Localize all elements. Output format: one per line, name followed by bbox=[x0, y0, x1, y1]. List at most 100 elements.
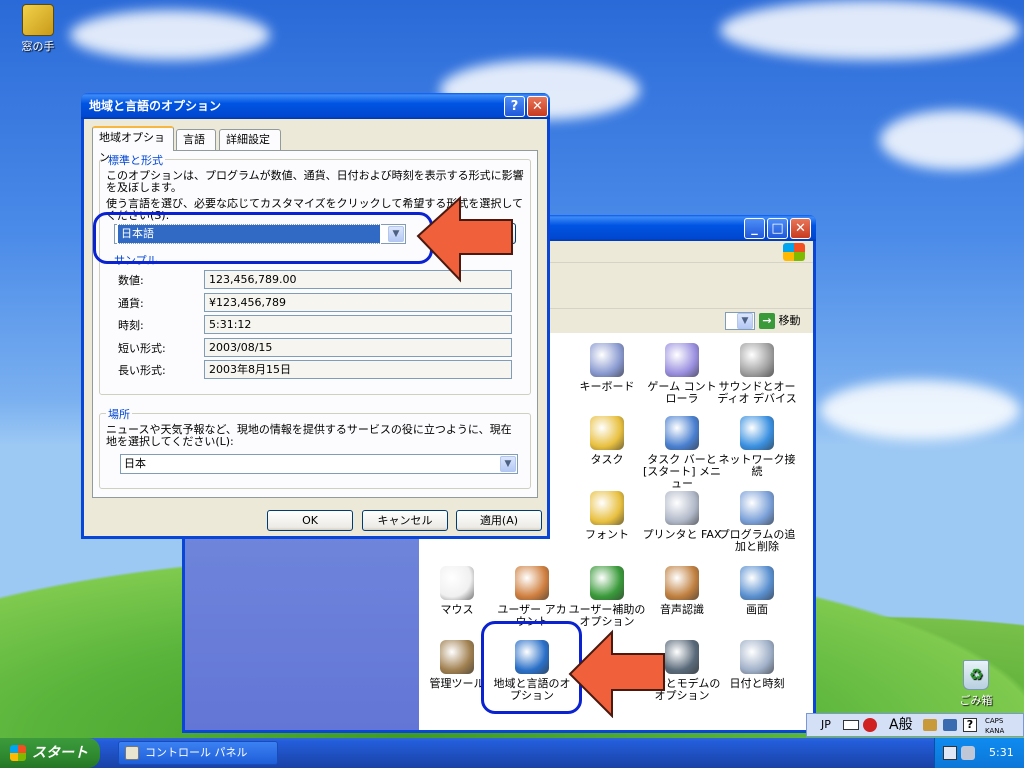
tab-languages[interactable]: 言語 bbox=[176, 129, 216, 150]
cp-item[interactable]: 画面 bbox=[717, 566, 797, 616]
windows-logo-icon bbox=[783, 243, 805, 261]
control-panel-item-icon bbox=[590, 416, 624, 450]
handshake-icon bbox=[22, 4, 54, 36]
callout-language-select bbox=[93, 212, 433, 264]
chevron-down-icon: ▼ bbox=[737, 313, 753, 329]
control-panel-item-label: タスク bbox=[590, 453, 624, 466]
control-panel-item-label: ネットワーク接続 bbox=[718, 453, 796, 478]
cancel-button[interactable]: キャンセル bbox=[362, 510, 448, 531]
volume-icon[interactable] bbox=[961, 746, 975, 760]
control-panel-item-icon bbox=[665, 343, 699, 377]
ime-icon[interactable] bbox=[863, 718, 877, 732]
language-bar: JP A般 ? CAPS KANA bbox=[806, 713, 1024, 737]
minimize-button[interactable]: _ bbox=[744, 218, 765, 239]
control-panel-item-icon bbox=[740, 343, 774, 377]
control-panel-item-icon bbox=[665, 491, 699, 525]
sample-time-field: 5:31:12 bbox=[204, 315, 512, 334]
dialog-titlebar: 地域と言語のオプション ? ✕ bbox=[81, 93, 550, 119]
control-panel-item-icon bbox=[515, 566, 549, 600]
tab-advanced[interactable]: 詳細設定 bbox=[219, 129, 281, 150]
control-panel-item-icon bbox=[440, 566, 474, 600]
cp-item[interactable]: サウンドとオーディオ デバイス bbox=[717, 343, 797, 405]
cp-item[interactable]: キーボード bbox=[567, 343, 647, 393]
control-panel-item-label: ユーザー補助のオプション bbox=[568, 603, 646, 628]
cp-item[interactable]: ゲーム コントローラ bbox=[642, 343, 722, 405]
system-tray: 5:31 bbox=[934, 738, 1024, 768]
control-panel-item-icon bbox=[665, 640, 699, 674]
windows-flag-icon bbox=[10, 745, 26, 761]
description-text: このオプションは、プログラムが数値、通貨、日付および時刻を表示する形式に影響を及… bbox=[106, 169, 524, 194]
control-panel-item-label: 音声認識 bbox=[660, 603, 704, 616]
cp-item[interactable]: タスク バーと [スタート] メニュー bbox=[642, 416, 722, 490]
control-panel-icon bbox=[125, 746, 139, 760]
start-button[interactable]: スタート bbox=[0, 738, 100, 768]
control-panel-item-label: プリンタと FAX bbox=[642, 528, 722, 541]
help-button[interactable]: ? bbox=[504, 96, 525, 117]
taskbar-item-control-panel[interactable]: コントロール パネル bbox=[118, 741, 278, 765]
tab-strip: 地域オプション 言語 詳細設定 bbox=[92, 126, 532, 164]
control-panel-item-label: ゲーム コントローラ bbox=[647, 380, 717, 405]
chevron-down-icon: ▼ bbox=[500, 456, 516, 472]
apply-button[interactable]: 適用(A) bbox=[456, 510, 542, 531]
location-group: 場所 ニュースや天気予報など、現地の情報を提供するサービスの役に立つように、現在… bbox=[99, 406, 531, 489]
control-panel-item-icon bbox=[665, 416, 699, 450]
go-button[interactable]: → 移動 bbox=[759, 312, 815, 330]
control-panel-item-label: 日付と時刻 bbox=[729, 677, 785, 690]
help-icon[interactable]: ? bbox=[963, 718, 977, 732]
regional-options-dialog: 地域と言語のオプション ? ✕ 地域オプション 言語 詳細設定 標準と形式 この… bbox=[81, 93, 550, 539]
cp-item[interactable]: ネットワーク接続 bbox=[717, 416, 797, 478]
maximize-button[interactable]: □ bbox=[767, 218, 788, 239]
callout-regional-icon bbox=[481, 621, 582, 714]
control-panel-item-label: マウス bbox=[440, 603, 474, 616]
arrow-pointer-language bbox=[416, 196, 513, 283]
cp-item[interactable]: ユーザー補助のオプション bbox=[567, 566, 647, 628]
control-panel-item-icon bbox=[740, 566, 774, 600]
cp-item[interactable]: プリンタと FAX bbox=[642, 491, 722, 541]
taskbar: スタート コントロール パネル 5:31 bbox=[0, 738, 1024, 768]
tab-regional-options[interactable]: 地域オプション bbox=[92, 126, 174, 164]
control-panel-item-icon bbox=[590, 343, 624, 377]
control-panel-item-label: プログラムの追加と削除 bbox=[718, 528, 796, 553]
clock[interactable]: 5:31 bbox=[989, 746, 1014, 759]
cp-item[interactable]: タスク bbox=[567, 416, 647, 466]
pad-icon[interactable] bbox=[943, 719, 957, 731]
control-panel-item-icon bbox=[740, 491, 774, 525]
standards-group-title: 標準と形式 bbox=[106, 152, 165, 168]
cp-item[interactable]: 日付と時刻 bbox=[717, 640, 797, 690]
control-panel-item-icon bbox=[740, 416, 774, 450]
arrow-pointer-regional bbox=[568, 629, 665, 718]
cp-item[interactable]: 音声認識 bbox=[642, 566, 722, 616]
control-panel-item-label: 画面 bbox=[746, 603, 768, 616]
control-panel-item-label: タスク バーと [スタート] メニュー bbox=[642, 453, 722, 490]
control-panel-item-label: サウンドとオーディオ デバイス bbox=[717, 380, 797, 405]
control-panel-item-icon bbox=[590, 566, 624, 600]
cp-item[interactable]: ユーザー アカウント bbox=[492, 566, 572, 628]
cp-item[interactable]: プログラムの追加と削除 bbox=[717, 491, 797, 553]
location-select[interactable]: 日本 ▼ bbox=[120, 454, 518, 474]
control-panel-item-icon bbox=[590, 491, 624, 525]
control-panel-item-icon bbox=[440, 640, 474, 674]
input-mode[interactable]: A般 bbox=[889, 714, 913, 736]
desktop-recycle-bin[interactable]: ♻ ごみ箱 bbox=[946, 660, 1006, 708]
location-group-title: 場所 bbox=[106, 406, 132, 422]
go-arrow-icon: → bbox=[759, 313, 775, 329]
keyboard-icon[interactable] bbox=[843, 720, 859, 730]
control-panel-item-icon bbox=[665, 566, 699, 600]
location-select-value: 日本 bbox=[124, 457, 146, 470]
control-panel-item-label: フォント bbox=[585, 528, 629, 541]
control-panel-item-label: キーボード bbox=[579, 380, 635, 393]
sample-currency-field: ¥123,456,789 bbox=[204, 293, 512, 312]
cp-item[interactable]: フォント bbox=[567, 491, 647, 541]
desktop-shortcut-madonote[interactable]: 窓の手 bbox=[8, 4, 68, 54]
close-button[interactable]: ✕ bbox=[527, 96, 548, 117]
lang-code[interactable]: JP bbox=[821, 714, 831, 736]
address-dropdown[interactable]: ▼ bbox=[725, 312, 755, 330]
tools-icon[interactable] bbox=[923, 719, 937, 731]
dialog-title: 地域と言語のオプション bbox=[89, 99, 222, 113]
sample-short-date-field: 2003/08/15 bbox=[204, 338, 512, 357]
network-icon[interactable] bbox=[943, 746, 957, 760]
ok-button[interactable]: OK bbox=[267, 510, 353, 531]
close-button[interactable]: ✕ bbox=[790, 218, 811, 239]
control-panel-item-icon bbox=[740, 640, 774, 674]
cp-item[interactable]: マウス bbox=[417, 566, 497, 616]
